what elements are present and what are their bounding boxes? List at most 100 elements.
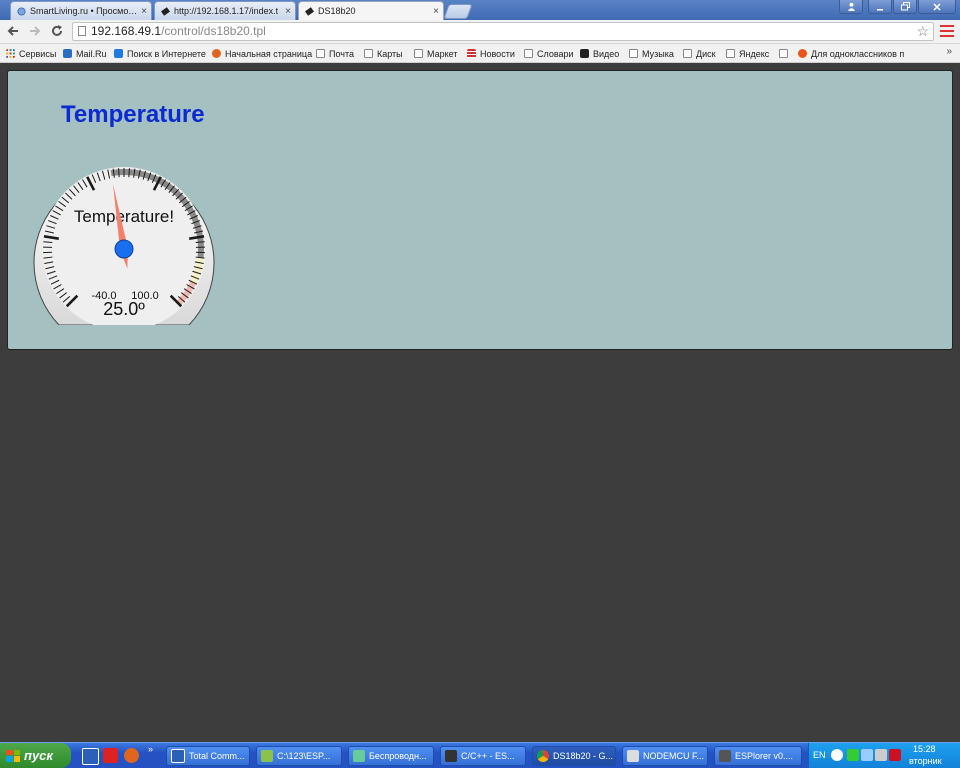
forward-arrow-icon[interactable] xyxy=(27,24,43,40)
windows-flag-icon xyxy=(6,749,20,762)
reload-icon[interactable] xyxy=(49,24,65,40)
nodemcu-icon xyxy=(627,750,639,762)
bookmark-video[interactable]: Видео xyxy=(580,47,619,60)
bookmark-odnoklassniki[interactable]: Для одноклассников п xyxy=(798,47,904,60)
browser-toolbar: 192.168.49.1/control/ds18b20.tpl ☆ xyxy=(0,20,960,44)
tab-label: http://192.168.1.17/index.t xyxy=(174,6,279,16)
chip-icon xyxy=(161,6,170,16)
task-label: Total Comm... xyxy=(189,751,245,761)
bookmark-market[interactable]: Маркет xyxy=(414,47,457,60)
globe-icon xyxy=(17,6,26,16)
tab-index[interactable]: http://192.168.1.17/index.t × xyxy=(154,1,296,20)
page-icon xyxy=(78,26,86,36)
page-title: Temperature xyxy=(61,101,205,128)
task-label: C/C++ - ES... xyxy=(461,751,515,761)
bookmark-label: Поиск в Интернете xyxy=(127,48,206,59)
minimize-icon[interactable] xyxy=(868,0,892,14)
total-commander-icon xyxy=(171,749,185,763)
bookmark-label: Почта xyxy=(329,48,354,59)
tab-close-icon[interactable]: × xyxy=(433,6,439,17)
task-total-commander[interactable]: Total Comm... xyxy=(166,746,250,766)
firefox-icon xyxy=(212,49,221,58)
task-esp-folder[interactable]: C:\123\ESP... xyxy=(256,746,342,766)
task-chrome-ds18b20[interactable]: DS18b20 - G... xyxy=(532,746,616,766)
bookmark-yandex[interactable]: Яндекс xyxy=(726,47,769,60)
start-button[interactable]: пуск xyxy=(0,743,71,768)
task-nodemcu[interactable]: NODEMCU F... xyxy=(622,746,708,766)
network-icon[interactable] xyxy=(847,749,859,761)
bookmark-mailru[interactable]: Mail.Ru xyxy=(63,47,107,60)
volume-icon[interactable] xyxy=(875,749,887,761)
menu-hamburger-icon[interactable] xyxy=(940,24,954,38)
restore-icon[interactable] xyxy=(893,0,917,14)
bookmark-label: Для одноклассников п xyxy=(811,48,905,59)
tab-close-icon[interactable]: × xyxy=(285,6,291,17)
close-window-icon[interactable] xyxy=(918,0,956,14)
bookmark-label: Словари xyxy=(537,48,574,59)
bookmark-disk[interactable]: Диск xyxy=(683,47,716,60)
ide-icon xyxy=(445,750,457,762)
bookmark-label: Карты xyxy=(377,48,403,59)
task-label: Беспроводн... xyxy=(369,751,427,761)
wireless-icon xyxy=(353,750,365,762)
news-icon xyxy=(467,49,476,58)
task-wireless[interactable]: Беспроводн... xyxy=(348,746,434,766)
app-quicklaunch-icon[interactable] xyxy=(103,748,118,763)
tab-smartliving[interactable]: SmartLiving.ru • Просмотр т × xyxy=(10,1,152,20)
address-bar[interactable]: 192.168.49.1/control/ds18b20.tpl ☆ xyxy=(72,22,934,41)
tab-close-icon[interactable]: × xyxy=(141,6,147,17)
bookmark-news[interactable]: Новости xyxy=(467,47,515,60)
bookmark-services[interactable]: Сервисы xyxy=(6,47,56,60)
task-eclipse[interactable]: C/C++ - ES... xyxy=(440,746,526,766)
profile-icon[interactable] xyxy=(839,0,863,14)
new-tab-button[interactable] xyxy=(443,4,473,19)
gauge-value-label: 25.0º xyxy=(103,299,145,319)
browser-tab-strip: SmartLiving.ru • Просмотр т × http://192… xyxy=(0,0,960,20)
language-indicator[interactable]: EN xyxy=(813,750,826,760)
clock-day: вторник xyxy=(909,756,942,766)
apps-grid-icon xyxy=(6,49,15,58)
back-arrow-icon[interactable] xyxy=(5,24,21,40)
url-host: 192.168.49.1 xyxy=(91,24,162,38)
page-icon xyxy=(726,49,735,58)
gauge-minor-tick xyxy=(128,168,130,178)
page-icon xyxy=(364,49,373,58)
bookmark-start-page[interactable]: Начальная страница xyxy=(212,47,312,60)
tab-ds18b20[interactable]: DS18b20 × xyxy=(298,1,444,20)
page-icon xyxy=(414,49,423,58)
total-commander-icon[interactable] xyxy=(82,748,99,765)
page-icon xyxy=(524,49,533,58)
bookmark-label: Начальная страница xyxy=(225,48,313,59)
clock-time[interactable]: 15:28 xyxy=(913,744,936,754)
gauge-hub xyxy=(114,239,134,259)
bookmark-unnamed[interactable] xyxy=(779,47,792,60)
antivirus-icon[interactable] xyxy=(889,749,901,761)
bookmark-label: Яндекс xyxy=(739,48,770,59)
temperature-gauge: Temperature! -40.0 100.0 25.0º xyxy=(33,167,215,325)
tray-expand-icon[interactable] xyxy=(831,749,843,761)
wireless-icon[interactable] xyxy=(861,749,873,761)
bookmark-label: Новости xyxy=(480,48,515,59)
bookmark-dictionaries[interactable]: Словари xyxy=(524,47,574,60)
task-label: DS18b20 - G... xyxy=(553,751,614,761)
tab-label: DS18b20 xyxy=(318,6,356,16)
quicklaunch-overflow-icon[interactable]: » xyxy=(148,745,156,754)
windows-taskbar: пуск » Total Comm... C:\123\ESP... Беспр… xyxy=(0,742,960,768)
window-controls xyxy=(839,0,956,14)
bookmark-search[interactable]: Поиск в Интернете xyxy=(114,47,206,60)
firefox-icon[interactable] xyxy=(124,748,139,763)
task-label: C:\123\ESP... xyxy=(277,751,331,761)
start-label: пуск xyxy=(24,748,53,763)
bookmark-label: Музыка xyxy=(642,48,674,59)
bookmarks-overflow-icon[interactable]: » xyxy=(946,46,952,57)
page-icon xyxy=(779,49,788,58)
bookmark-maps[interactable]: Карты xyxy=(364,47,403,60)
page-icon xyxy=(629,49,638,58)
bookmark-mail[interactable]: Почта xyxy=(316,47,354,60)
bookmark-label: Диск xyxy=(696,48,716,59)
bookmark-music[interactable]: Музыка xyxy=(629,47,674,60)
notepad-icon xyxy=(261,750,273,762)
task-esplorer[interactable]: ESPlorer v0.... xyxy=(714,746,802,766)
bookmark-star-icon[interactable]: ☆ xyxy=(916,23,929,40)
gauge-label: Temperature! xyxy=(74,207,174,226)
